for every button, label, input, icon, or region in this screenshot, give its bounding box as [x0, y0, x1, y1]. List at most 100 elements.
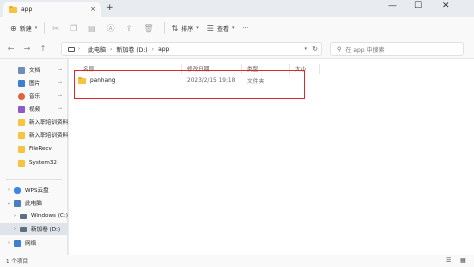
- search-icon: ⚲: [337, 45, 342, 53]
- chevron-right-icon[interactable]: ›: [12, 226, 18, 232]
- cut-button[interactable]: ✂: [48, 20, 66, 36]
- toolbar-divider: [44, 22, 46, 34]
- chevron-right-icon[interactable]: ›: [12, 213, 18, 219]
- folder-icon: [18, 145, 25, 153]
- pin-icon: ⊸: [57, 106, 62, 112]
- rename-icon: Ⓐ: [106, 23, 115, 33]
- sidebar-item-documents[interactable]: 文档 ⊸: [0, 64, 68, 76]
- drive-icon: [20, 226, 27, 232]
- close-button[interactable]: ✕: [442, 1, 450, 11]
- new-tab-button[interactable]: +: [106, 3, 114, 13]
- network-icon: [14, 239, 21, 247]
- copy-icon: ❐: [69, 23, 78, 33]
- paste-button[interactable]: ▤: [84, 20, 103, 36]
- sidebar-item-videos[interactable]: 视频 ⊸: [0, 103, 68, 115]
- toolbar-divider: [163, 22, 165, 34]
- folder-icon: [18, 118, 25, 126]
- search-input[interactable]: ⚲ 在 app 中搜索: [330, 42, 464, 56]
- chevron-right-icon[interactable]: ›: [6, 240, 12, 246]
- forward-arrow-icon[interactable]: →: [22, 44, 32, 53]
- command-toolbar: ⊕ 新建 ▾ ✂ ❐ ▤ Ⓐ ⇪ 🗑 ⇅ 排序 ▾ ☰ 查看 ▾ ···: [0, 17, 474, 39]
- sidebar-item-label: 网络: [25, 241, 37, 247]
- breadcrumb-app[interactable]: app: [158, 46, 169, 53]
- delete-button[interactable]: 🗑: [139, 20, 160, 36]
- chevron-right-icon: ›: [110, 45, 113, 53]
- sort-icon: ⇅: [171, 23, 179, 33]
- sidebar-item-drive-c[interactable]: › Windows (C:): [0, 210, 68, 222]
- new-button[interactable]: ⊕ 新建 ▾: [6, 20, 41, 36]
- sidebar-item-network[interactable]: › 网络: [0, 237, 68, 249]
- chevron-down-icon: ▾: [196, 25, 199, 31]
- chevron-right-icon: ›: [151, 45, 155, 53]
- up-arrow-icon[interactable]: ↑: [38, 44, 48, 53]
- trash-icon: 🗑: [143, 23, 154, 33]
- details-view-icon[interactable]: ☰: [446, 257, 451, 264]
- sidebar-item-label: 新入职培训资料: [29, 120, 68, 126]
- monitor-icon: [68, 46, 75, 52]
- pin-icon: ⊸: [57, 67, 62, 73]
- more-button[interactable]: ···: [238, 20, 252, 36]
- chevron-down-icon: ▾: [231, 25, 235, 31]
- minimize-button[interactable]: —: [388, 1, 397, 11]
- sidebar-item-label: 新加卷 (D:): [31, 227, 61, 233]
- cloud-icon: [14, 186, 21, 194]
- breadcrumb-this-pc[interactable]: 此电脑: [88, 45, 106, 54]
- monitor-icon: [14, 199, 21, 207]
- status-bar: 1 个项目 ☰ ▦: [0, 255, 474, 267]
- sidebar-item-training-1[interactable]: 新入职培训资料: [0, 116, 68, 128]
- share-button[interactable]: ⇪: [122, 20, 140, 36]
- refresh-icon[interactable]: ↻: [312, 45, 318, 53]
- copy-button[interactable]: ❐: [66, 20, 84, 36]
- navigation-pane: 文档 ⊸ 图片 ⊸ 音乐 ⊸ 视频 ⊸ 新入职培训资料 新入职培训资料 File…: [0, 59, 68, 255]
- sidebar-item-label: 此电脑: [25, 201, 42, 207]
- sidebar-item-label: 视频: [29, 107, 41, 113]
- title-tab-bar: app × + — ☐ ✕: [0, 0, 474, 17]
- sidebar-item-system32[interactable]: System32: [0, 157, 68, 169]
- plus-circle-icon: ⊕: [10, 23, 17, 33]
- sidebar-item-this-pc[interactable]: ⌄ 此电脑: [0, 197, 68, 209]
- chevron-down-icon[interactable]: ▾: [304, 46, 307, 52]
- column-divider[interactable]: [319, 64, 320, 74]
- chevron-right-icon[interactable]: ›: [6, 187, 12, 193]
- address-bar[interactable]: › 此电脑 › 新加卷 (D:) › app ▾ ↻: [61, 42, 322, 56]
- rename-button[interactable]: Ⓐ: [103, 20, 122, 36]
- sidebar-item-training-2[interactable]: 新入职培训资料: [0, 129, 68, 141]
- sort-label: 排序: [181, 25, 194, 33]
- view-icon: ☰: [206, 23, 214, 33]
- music-icon: [18, 92, 25, 100]
- breadcrumb-drive-d[interactable]: 新加卷 (D:): [116, 45, 147, 54]
- sidebar-item-wps-cloud[interactable]: › WPS云盘: [0, 184, 68, 196]
- new-label: 新建: [19, 25, 32, 33]
- picture-icon: [18, 79, 25, 87]
- sidebar-item-filerecv[interactable]: FileRecv: [0, 143, 68, 155]
- sidebar-item-drive-d[interactable]: › 新加卷 (D:): [0, 223, 68, 235]
- clipboard-icon: ▤: [88, 23, 96, 33]
- sidebar-item-label: System32: [29, 160, 57, 166]
- item-count: 1 个项目: [6, 259, 29, 265]
- pin-icon: ⊸: [57, 80, 62, 86]
- sort-button[interactable]: ⇅ 排序 ▾: [168, 20, 203, 36]
- tab-app[interactable]: app ×: [3, 2, 101, 17]
- maximize-button[interactable]: ☐: [414, 1, 422, 11]
- folder-icon: [9, 5, 17, 13]
- sidebar-item-label: Windows (C:): [31, 213, 68, 219]
- address-row: ← → ↑ › 此电脑 › 新加卷 (D:) › app ▾ ↻ ⚲ 在 app…: [0, 39, 474, 59]
- more-icon: ···: [242, 24, 249, 32]
- scissors-icon: ✂: [52, 23, 59, 33]
- view-button[interactable]: ☰ 查看 ▾: [203, 20, 239, 36]
- tab-close-icon[interactable]: ×: [90, 5, 96, 13]
- tiles-view-icon[interactable]: ▦: [460, 257, 466, 264]
- chevron-right-icon: ›: [78, 46, 80, 52]
- sidebar-item-label: 新入职培训资料: [29, 133, 68, 139]
- sidebar-item-label: 图片: [29, 81, 41, 87]
- sidebar-item-label: FileRecv: [29, 146, 52, 152]
- view-label: 查看: [216, 25, 229, 33]
- sidebar-item-pictures[interactable]: 图片 ⊸: [0, 77, 68, 89]
- drive-icon: [20, 213, 27, 219]
- sidebar-item-music[interactable]: 音乐 ⊸: [0, 90, 68, 102]
- folder-icon: [18, 159, 25, 167]
- sidebar-divider: [6, 179, 62, 180]
- document-icon: [18, 66, 25, 74]
- back-arrow-icon[interactable]: ←: [6, 44, 16, 53]
- chevron-down-icon[interactable]: ⌄: [6, 200, 12, 206]
